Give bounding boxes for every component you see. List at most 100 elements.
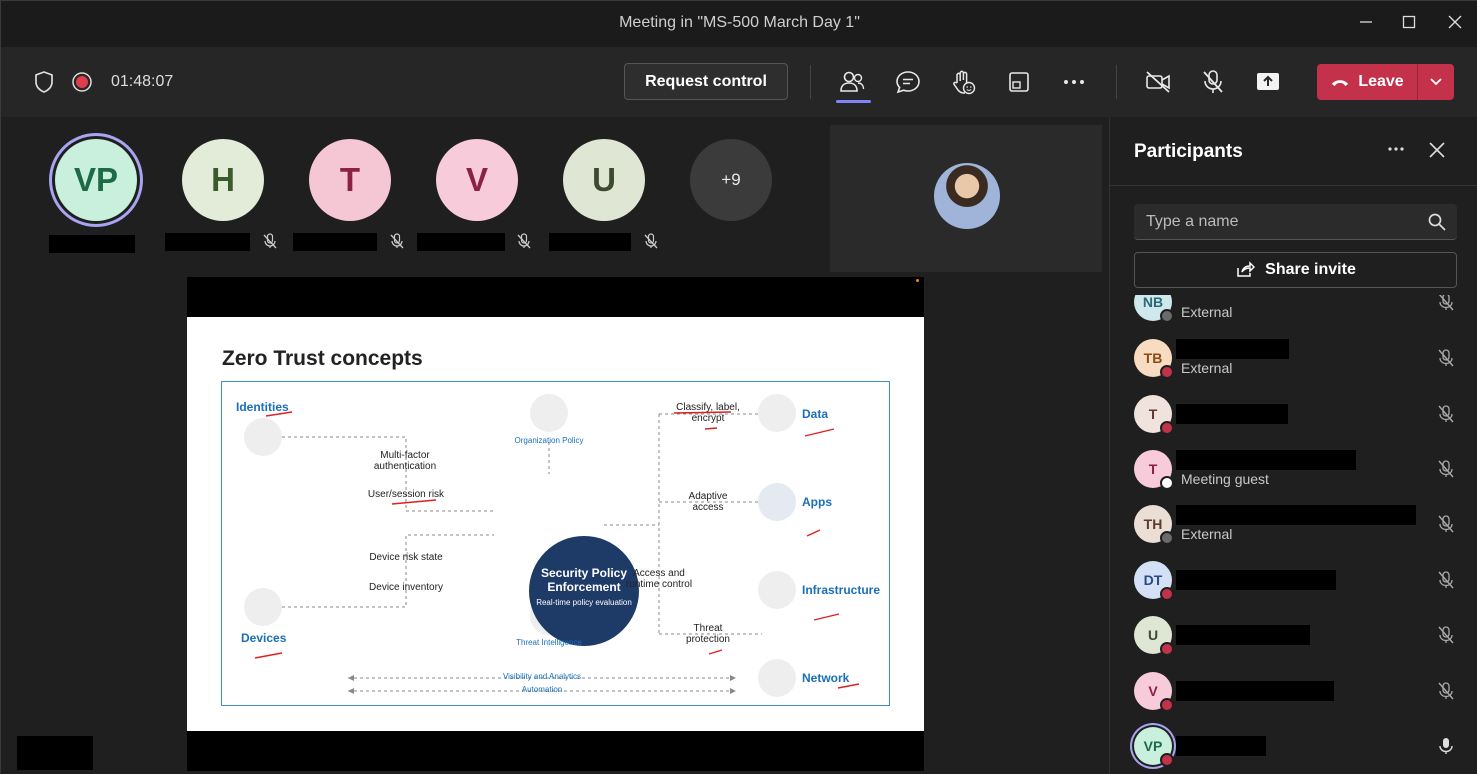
participant-row[interactable]: TB External: [1110, 331, 1477, 386]
devices-label: Devices: [241, 631, 287, 645]
maximize-icon: [1402, 15, 1416, 29]
gallery-participant[interactable]: VP: [55, 139, 137, 221]
participant-row[interactable]: NB External: [1110, 295, 1477, 330]
participant-row[interactable]: U: [1110, 608, 1477, 663]
presence-status-icon: [1160, 476, 1174, 490]
participant-list: NB External TB External T T Meeting gues…: [1110, 295, 1477, 774]
mic-icon: [1439, 738, 1453, 754]
recording-indicator-icon: [68, 68, 96, 96]
avatar: T: [309, 139, 391, 221]
data-label: Data: [802, 407, 829, 421]
participant-subtitle: External: [1181, 360, 1233, 376]
self-view-redacted: [17, 736, 93, 770]
mic-off-icon: [390, 233, 404, 249]
more-actions-button[interactable]: [1060, 68, 1088, 96]
mic-off-icon: [1438, 460, 1454, 478]
hang-up-icon: [1332, 80, 1349, 86]
participant-video-tile[interactable]: [830, 125, 1102, 272]
minimize-button[interactable]: [1353, 11, 1379, 37]
core-subtitle: Real-time policy evaluation: [536, 598, 632, 607]
panel-close-button[interactable]: [1426, 139, 1448, 161]
participants-toggle-button[interactable]: [838, 68, 866, 96]
mfa-label: Multi-factor authentication: [373, 450, 437, 472]
panel-more-button[interactable]: [1386, 139, 1406, 164]
participant-name-redacted: [49, 235, 135, 253]
participant-row[interactable]: T Meeting guest: [1110, 442, 1477, 497]
participant-name-redacted: [1176, 339, 1289, 359]
mic-off-icon: [1438, 349, 1454, 367]
active-tab-indicator: [836, 100, 871, 103]
presence-status-icon: [1160, 642, 1174, 656]
view-layout-icon: [1009, 72, 1029, 92]
participant-row[interactable]: DT: [1110, 553, 1477, 608]
participants-panel: Participants Share invite NB External: [1109, 117, 1477, 774]
request-control-button[interactable]: Request control: [624, 63, 788, 100]
more-participants-button[interactable]: +9: [690, 139, 772, 221]
participant-subtitle: Meeting guest: [1181, 471, 1269, 487]
mic-off-icon: [517, 233, 531, 249]
participant-row[interactable]: V: [1110, 664, 1477, 719]
leave-options-button[interactable]: [1418, 64, 1454, 100]
devices-graphic: [244, 588, 282, 626]
presentation-slide: Zero Trust concepts Security Policy Enfo…: [187, 317, 924, 731]
leave-button-group: Leave: [1317, 64, 1454, 100]
camera-toggle-button[interactable]: [1144, 68, 1172, 96]
gallery-participant[interactable]: H: [182, 139, 264, 221]
chat-icon: [896, 71, 920, 94]
slide-title: Zero Trust concepts: [222, 347, 423, 370]
more-icon: [1388, 147, 1404, 151]
avatar: H: [182, 139, 264, 221]
toolbar-divider: [1116, 65, 1117, 99]
close-icon: [1429, 142, 1445, 158]
reactions-button[interactable]: [949, 68, 977, 96]
participant-name-redacted: [417, 233, 505, 251]
search-icon[interactable]: [1427, 212, 1447, 232]
close-window-button[interactable]: [1442, 11, 1468, 37]
org-policy-graphic: [530, 394, 568, 432]
people-icon: [840, 71, 865, 92]
participant-row[interactable]: T: [1110, 387, 1477, 442]
more-icon: [1064, 80, 1084, 84]
share-invite-label: Share invite: [1265, 261, 1356, 278]
adaptive-access-label: Adaptive access: [688, 491, 728, 513]
participant-row[interactable]: TH External: [1110, 497, 1477, 552]
gallery-participant[interactable]: V: [436, 139, 518, 221]
presence-status-icon: [1160, 365, 1174, 379]
shared-screen: Zero Trust concepts Security Policy Enfo…: [187, 277, 924, 771]
apps-graphic: [758, 483, 796, 521]
presence-status-icon: [1160, 309, 1174, 323]
meeting-toolbar: 01:48:07 Request control Leave: [1, 47, 1477, 117]
diagram-frame: Security Policy Enforcement Real-time po…: [221, 381, 890, 706]
view-button[interactable]: [1005, 68, 1033, 96]
automation-label: Automation: [521, 685, 563, 694]
chevron-down-icon: [1430, 78, 1442, 86]
participant-row[interactable]: VP: [1110, 719, 1477, 774]
share-invite-button[interactable]: Share invite: [1134, 252, 1457, 288]
presence-status-icon: [1160, 531, 1174, 545]
user-session-risk-label: User/session risk: [367, 489, 445, 500]
leave-button[interactable]: Leave: [1317, 64, 1417, 100]
maximize-button[interactable]: [1396, 11, 1422, 37]
overflow-count: +9: [690, 139, 772, 221]
participant-name-redacted: [1176, 570, 1336, 590]
network-label: Network: [802, 671, 850, 685]
participant-name-redacted: [1176, 295, 1296, 299]
close-icon: [1448, 15, 1462, 29]
chat-button[interactable]: [894, 68, 922, 96]
access-runtime-label: Access and runtime control: [625, 568, 693, 590]
identities-label: Identities: [236, 400, 289, 414]
mic-off-icon: [644, 233, 658, 249]
mic-off-icon: [1438, 405, 1454, 423]
gallery-participant[interactable]: T: [309, 139, 391, 221]
pointer-dot: [916, 279, 919, 282]
avatar: U: [563, 139, 645, 221]
data-graphic: [758, 394, 796, 432]
gallery-participant[interactable]: U: [563, 139, 645, 221]
search-input[interactable]: [1146, 212, 1416, 232]
participant-subtitle: External: [1181, 526, 1233, 542]
shield-icon[interactable]: [30, 68, 58, 96]
mic-off-icon: [1438, 571, 1454, 589]
avatar: V: [436, 139, 518, 221]
share-content-button[interactable]: [1254, 68, 1282, 96]
mic-toggle-button[interactable]: [1199, 68, 1227, 96]
